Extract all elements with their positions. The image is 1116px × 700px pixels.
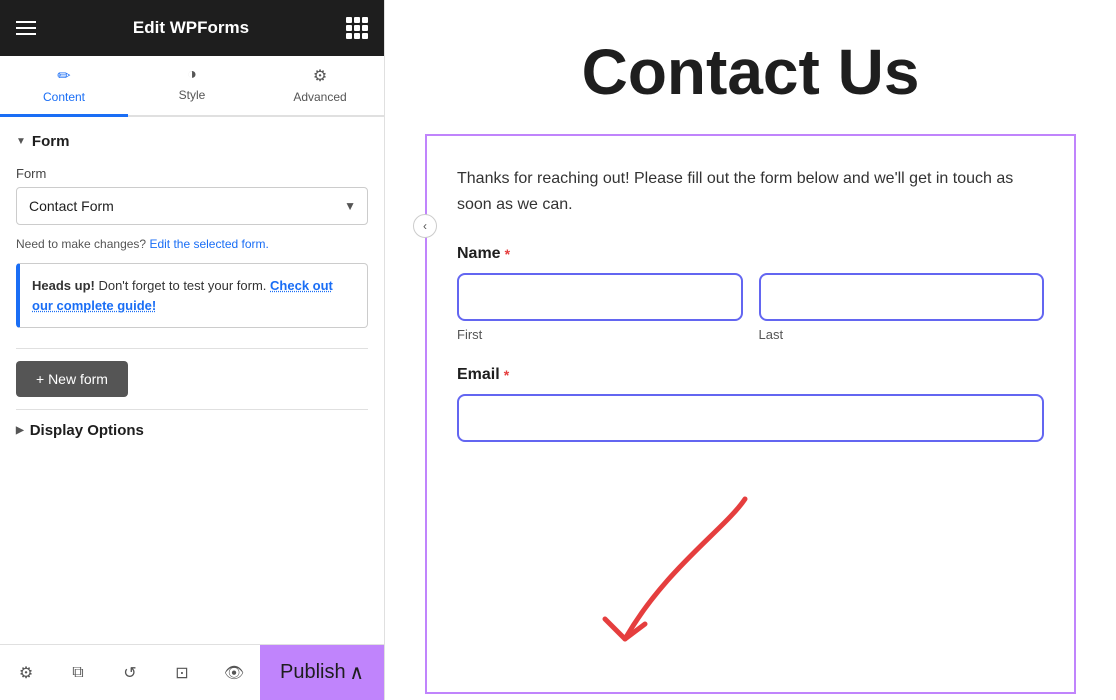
bottom-bar: ⚙ ⧉ ↺ ⊡ 👁 Publish ∧: [0, 644, 384, 700]
layers-icon-button[interactable]: ⧉: [52, 664, 104, 682]
new-form-button[interactable]: + New form: [16, 361, 128, 397]
publish-chevron-icon: ∧: [349, 660, 364, 685]
form-select[interactable]: Contact Form Simple Contact Form Newslet…: [16, 187, 368, 225]
name-subfields: First Last: [457, 273, 1044, 342]
alert-box: Heads up! Don't forget to test your form…: [16, 263, 368, 328]
name-label: Name *: [457, 245, 1044, 263]
form-field-label: Form: [16, 166, 368, 181]
display-options-title: Display Options: [30, 422, 144, 439]
alert-heads-up: Heads up!: [32, 278, 95, 293]
tab-content[interactable]: ✏ Content: [0, 56, 128, 117]
publish-label: Publish: [280, 661, 346, 684]
settings-icon-button[interactable]: ⚙: [0, 663, 52, 683]
sidebar-title: Edit WPForms: [133, 18, 249, 38]
first-name-sublabel: First: [457, 327, 743, 342]
page-title: Contact Us: [425, 40, 1076, 104]
form-description: Thanks for reaching out! Please fill out…: [457, 166, 1044, 217]
tab-advanced[interactable]: ⚙ Advanced: [256, 56, 384, 117]
circle-half-icon: ◑: [187, 66, 197, 84]
form-section-header[interactable]: ▼ Form: [16, 133, 368, 150]
divider: [16, 348, 368, 349]
name-required-star: *: [505, 246, 510, 262]
first-name-wrapper: First: [457, 273, 743, 342]
email-required-star: *: [504, 367, 509, 383]
email-label: Email *: [457, 366, 1044, 384]
bottom-icons: ⚙ ⧉ ↺ ⊡ 👁: [0, 645, 260, 700]
section-collapse-arrow: ▼: [16, 136, 26, 147]
display-options-arrow: ▶: [16, 425, 24, 436]
collapse-button[interactable]: ‹: [413, 214, 437, 238]
form-section-title: Form: [32, 133, 70, 150]
email-input[interactable]: [457, 394, 1044, 442]
sidebar-header: Edit WPForms: [0, 0, 384, 56]
gear-icon: ⚙: [313, 66, 327, 86]
name-field-group: Name * First Last: [457, 245, 1044, 342]
last-name-wrapper: Last: [759, 273, 1045, 342]
responsive-icon-button[interactable]: ⊡: [156, 663, 208, 683]
pencil-icon: ✏: [57, 66, 70, 86]
form-select-wrapper: Contact Form Simple Contact Form Newslet…: [16, 187, 368, 225]
hamburger-icon[interactable]: [16, 21, 36, 35]
main-content: Contact Us ‹ Thanks for reaching out! Pl…: [385, 0, 1116, 700]
sidebar-content: ▼ Form Form Contact Form Simple Contact …: [0, 117, 384, 644]
last-name-input[interactable]: [759, 273, 1045, 321]
tab-style[interactable]: ◑ Style: [128, 56, 256, 117]
edit-form-link[interactable]: Edit the selected form.: [149, 237, 268, 251]
canvas-border: ‹ Thanks for reaching out! Please fill o…: [425, 134, 1076, 694]
divider-2: [16, 409, 368, 410]
canvas-area: Contact Us ‹ Thanks for reaching out! Pl…: [385, 0, 1116, 700]
publish-bar[interactable]: Publish ∧: [260, 645, 384, 700]
history-icon-button[interactable]: ↺: [104, 663, 156, 683]
edit-link-text: Need to make changes? Edit the selected …: [16, 237, 368, 251]
last-name-sublabel: Last: [759, 327, 1045, 342]
email-field-group: Email *: [457, 366, 1044, 442]
sidebar: Edit WPForms ✏ Content ◑ Style ⚙ Advance…: [0, 0, 385, 700]
first-name-input[interactable]: [457, 273, 743, 321]
sidebar-tabs: ✏ Content ◑ Style ⚙ Advanced: [0, 56, 384, 117]
grid-icon[interactable]: [346, 17, 368, 39]
preview-icon-button[interactable]: 👁: [208, 663, 260, 683]
display-options-header[interactable]: ▶ Display Options: [16, 422, 368, 439]
